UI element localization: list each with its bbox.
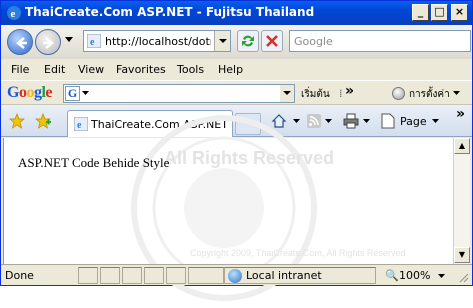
- refresh-icon: [242, 35, 254, 47]
- status-panel: [144, 267, 164, 284]
- navigation-bar: e http://localhost/dotne Google: [1, 25, 472, 59]
- search-box[interactable]: Google: [289, 30, 471, 52]
- menu-favorites[interactable]: Favorites: [116, 63, 166, 76]
- minimize-button[interactable]: _: [412, 4, 429, 21]
- toolbar-separator: ⁞: [339, 87, 343, 100]
- chevron-down-icon[interactable]: [325, 119, 332, 124]
- watermark-copyright: Copyright 2009, ThaiCreate.Com, All Righ…: [190, 248, 406, 258]
- chevron-down-icon: [453, 91, 460, 95]
- google-logo[interactable]: Google: [7, 84, 52, 102]
- google-search-input[interactable]: G: [63, 84, 295, 103]
- status-panel: [78, 267, 98, 284]
- ie-page-icon: e: [87, 34, 101, 48]
- status-panel: [122, 267, 142, 284]
- status-panel: [100, 267, 120, 284]
- browser-window: e ThaiCreate.Com ASP.NET - Fujitsu Thail…: [0, 0, 473, 301]
- google-g-icon[interactable]: G: [65, 86, 80, 101]
- settings-radio-icon[interactable]: [392, 87, 405, 100]
- globe-icon: [228, 269, 242, 283]
- menu-help[interactable]: Help: [218, 63, 243, 76]
- favorites-star-icon[interactable]: [9, 113, 25, 129]
- google-toolbar: Google G เริ่มต้น ⁞ » การตั้งค่า: [1, 80, 472, 105]
- print-icon[interactable]: [343, 113, 359, 129]
- status-panel: [188, 267, 224, 284]
- toolbar-overflow-chevron[interactable]: »: [345, 83, 354, 99]
- menu-tools[interactable]: Tools: [177, 63, 204, 76]
- page-icon: [381, 113, 395, 129]
- chevron-down-icon[interactable]: [432, 119, 439, 124]
- status-text: Done: [5, 269, 34, 282]
- watermark-text: All Rights Reserved: [164, 148, 335, 168]
- resize-grip-icon[interactable]: [457, 271, 469, 283]
- scroll-up-button[interactable]: ▲: [454, 138, 470, 154]
- command-bar-overflow[interactable]: »: [456, 106, 465, 122]
- forward-button[interactable]: [35, 29, 61, 55]
- google-search-button[interactable]: เริ่มต้น: [301, 87, 330, 102]
- svg-text:e: e: [90, 37, 95, 48]
- chevron-down-icon: [82, 91, 89, 95]
- refresh-button[interactable]: [237, 30, 259, 52]
- vertical-scrollbar[interactable]: ▲ ▼: [453, 138, 470, 264]
- zoom-level-button[interactable]: 100%: [399, 269, 430, 282]
- google-search-dropdown[interactable]: [280, 85, 294, 102]
- scroll-down-button[interactable]: ▼: [454, 247, 470, 263]
- recent-pages-dropdown-icon[interactable]: [65, 37, 73, 43]
- address-dropdown-button[interactable]: [214, 31, 230, 51]
- close-button[interactable]: ×: [451, 4, 468, 21]
- svg-text:e: e: [77, 120, 82, 131]
- google-settings-button[interactable]: การตั้งค่า: [409, 87, 450, 102]
- chevron-down-icon: [219, 39, 227, 43]
- menu-bar: File Edit View Favorites Tools Help: [1, 60, 472, 80]
- maximize-button[interactable]: □: [431, 4, 448, 21]
- back-button[interactable]: [7, 29, 33, 55]
- zoom-magnifier-icon: 🔍: [385, 269, 399, 282]
- window-title: ThaiCreate.Com ASP.NET - Fujitsu Thailan…: [25, 5, 315, 19]
- ie-page-icon: e: [74, 117, 88, 131]
- chevron-down-icon[interactable]: [438, 274, 445, 279]
- address-bar[interactable]: e http://localhost/dotne: [83, 30, 231, 52]
- status-panel: [166, 267, 186, 284]
- status-bar: Done Local intranet 🔍 100%: [1, 264, 472, 285]
- title-bar[interactable]: e ThaiCreate.Com ASP.NET - Fujitsu Thail…: [1, 1, 472, 25]
- menu-view[interactable]: View: [78, 63, 104, 76]
- back-arrow-icon: [16, 37, 27, 49]
- page-menu-button[interactable]: Page: [400, 115, 427, 128]
- page-heading: ASP.NET Code Behide Style: [18, 155, 170, 170]
- chevron-down-icon[interactable]: [363, 119, 370, 124]
- menu-edit[interactable]: Edit: [44, 63, 65, 76]
- stop-button[interactable]: [261, 30, 283, 52]
- stop-icon: [266, 35, 278, 47]
- forward-arrow-icon: [43, 37, 54, 49]
- address-url: http://localhost/dotne: [105, 35, 211, 48]
- security-zone: Local intranet: [246, 269, 322, 282]
- search-placeholder: Google: [294, 35, 333, 48]
- chevron-down-icon: [283, 91, 291, 95]
- menu-file[interactable]: File: [11, 63, 29, 76]
- add-favorite-icon[interactable]: [35, 113, 51, 129]
- svg-text:e: e: [11, 8, 16, 20]
- ie-app-icon: e: [7, 6, 21, 20]
- page-content: All Rights Reserved ASP.NET Code Behide …: [3, 115, 453, 301]
